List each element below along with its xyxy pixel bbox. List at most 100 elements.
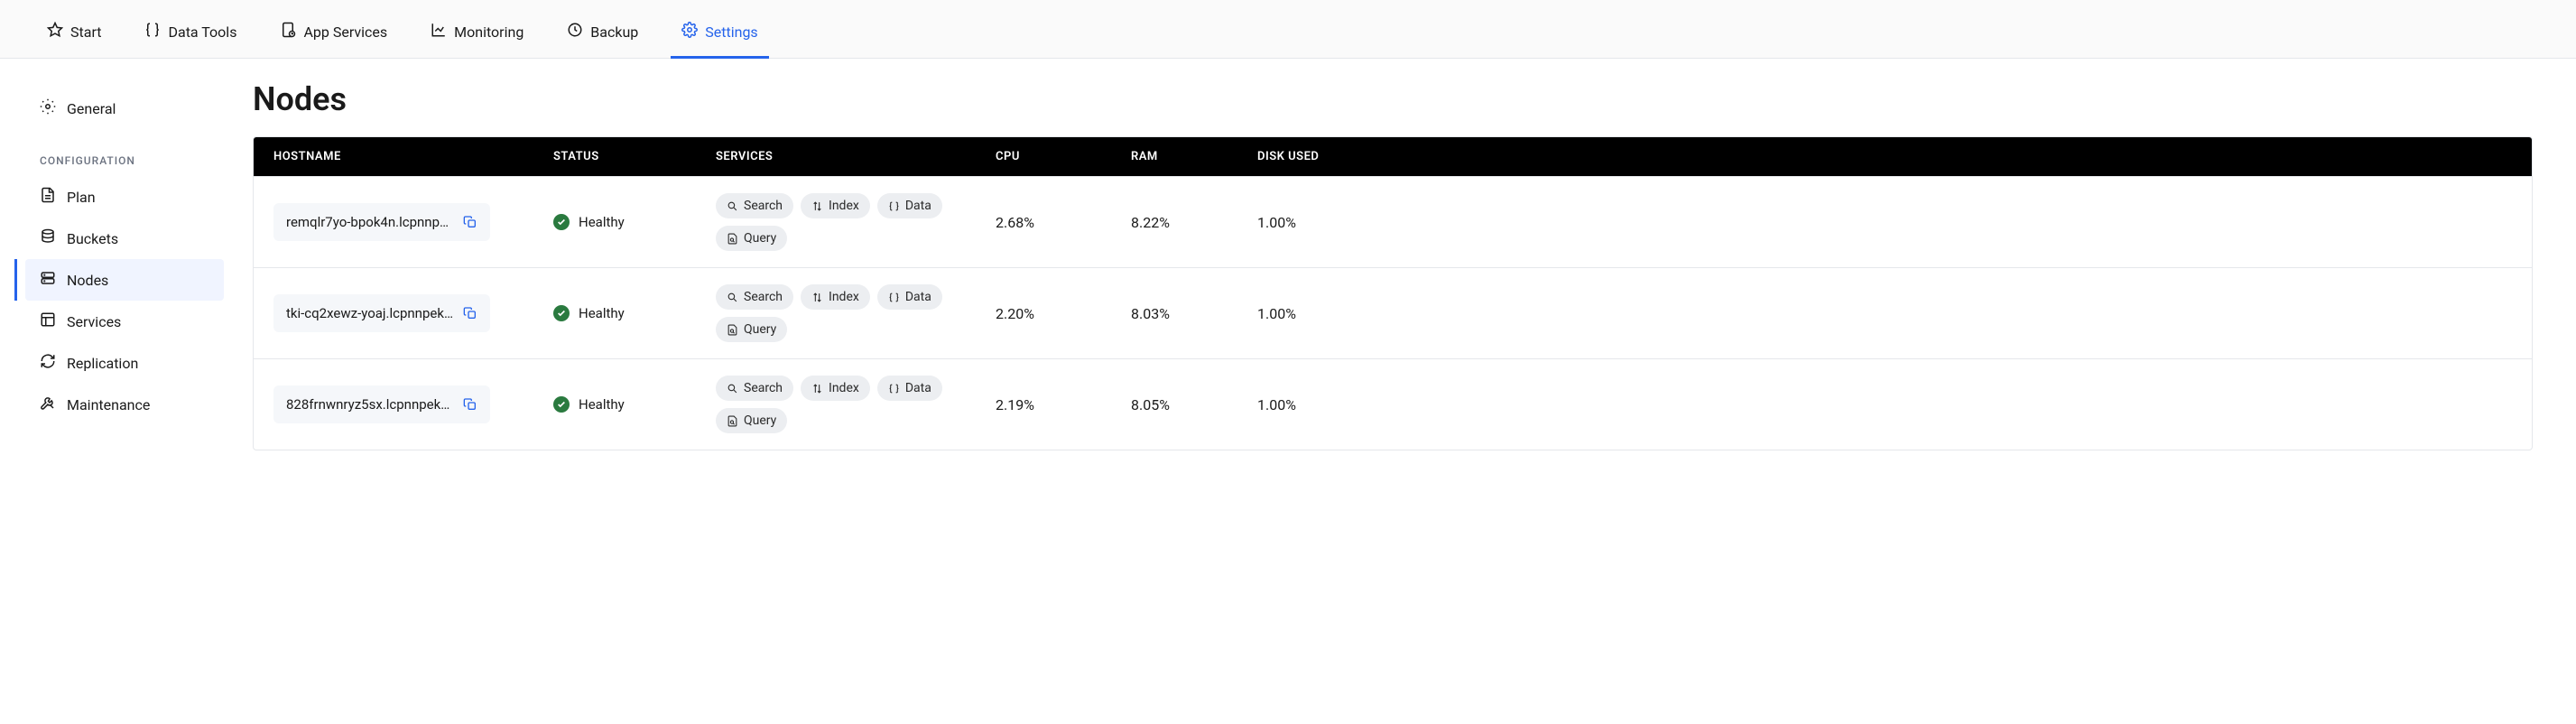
gear-icon [40,98,56,118]
sidebar-item-label: General [67,100,116,117]
sidebar-item-maintenance[interactable]: Maintenance [25,384,224,425]
top-nav: Start Data Tools App Services Monitoring… [0,0,2576,59]
table-row: 828frnwnryz5sx.lcpnnpekvesey… Healthy [254,358,2532,450]
copy-icon [463,215,477,229]
braces-icon [888,200,900,212]
col-header-ram: RAM [1131,150,1257,163]
braces-icon [888,292,900,303]
sort-icon [811,292,823,303]
service-chip-data: Data [877,376,942,401]
status-cell: Healthy [553,214,716,230]
nodes-table: HOSTNAME STATUS SERVICES CPU RAM DISK US… [253,136,2533,450]
col-header-disk: DISK USED [1257,150,2512,163]
topnav-item-settings[interactable]: Settings [678,14,761,58]
service-chip-query: Query [716,408,787,433]
gear-icon [681,22,698,42]
file-search-icon [727,415,738,427]
braces-icon [888,383,900,394]
table-row: tki-cq2xewz-yoaj.lcpnnpekvesey… Healthy [254,267,2532,358]
main: General CONFIGURATION Plan Buckets Nodes [0,59,2576,472]
sidebar-item-buckets[interactable]: Buckets [25,218,224,259]
sidebar-item-plan[interactable]: Plan [25,176,224,218]
sidebar-item-nodes[interactable]: Nodes [25,259,224,301]
disk-value: 1.00% [1257,305,2512,322]
sidebar: General CONFIGURATION Plan Buckets Nodes [0,59,235,472]
copy-button[interactable] [463,397,477,412]
topnav-item-monitoring[interactable]: Monitoring [427,14,527,58]
services-cell: Search Index Data Query [716,193,968,251]
check-circle-icon [553,214,570,230]
topnav-item-data-tools[interactable]: Data Tools [141,14,240,58]
page-title: Nodes [253,80,2533,118]
search-icon [727,292,738,303]
copy-button[interactable] [463,215,477,229]
ram-value: 8.05% [1131,396,1257,413]
topnav-label: App Services [303,23,387,41]
ram-value: 8.03% [1131,305,1257,322]
sort-icon [811,383,823,394]
content: Nodes HOSTNAME STATUS SERVICES CPU RAM D… [235,59,2576,472]
topnav-label: Monitoring [454,23,524,41]
service-chip-index: Index [801,284,870,310]
service-chip-data: Data [877,193,942,218]
sidebar-item-label: Plan [67,189,96,206]
hostname-text: tki-cq2xewz-yoaj.lcpnnpekvesey… [286,305,456,321]
sidebar-item-label: Buckets [67,230,118,247]
hostname-text: 828frnwnryz5sx.lcpnnpekvesey… [286,396,456,413]
disk-value: 1.00% [1257,396,2512,413]
status-cell: Healthy [553,396,716,413]
sidebar-item-replication[interactable]: Replication [25,342,224,384]
sidebar-item-label: Nodes [67,272,108,289]
hostname-cell: 828frnwnryz5sx.lcpnnpekvesey… [273,385,490,423]
col-header-hostname: HOSTNAME [273,150,553,163]
service-chip-query: Query [716,226,787,251]
check-circle-icon [553,396,570,413]
database-icon [40,228,56,248]
sidebar-item-label: Maintenance [67,396,150,413]
server-icon [40,270,56,290]
document-icon [40,187,56,207]
layout-icon [40,311,56,331]
service-chip-search: Search [716,284,793,310]
star-icon [47,22,63,42]
search-icon [727,200,738,212]
hostname-cell: tki-cq2xewz-yoaj.lcpnnpekvesey… [273,294,490,332]
sort-icon [811,200,823,212]
service-chip-query: Query [716,317,787,342]
col-header-status: STATUS [553,150,716,163]
sidebar-section-label: CONFIGURATION [25,129,224,176]
topnav-item-start[interactable]: Start [43,14,105,58]
copy-button[interactable] [463,306,477,320]
table-header: HOSTNAME STATUS SERVICES CPU RAM DISK US… [254,137,2532,176]
sidebar-item-label: Services [67,313,121,330]
tools-icon [40,394,56,414]
cpu-value: 2.68% [996,214,1131,231]
service-chip-index: Index [801,193,870,218]
topnav-label: Backup [590,23,638,41]
col-header-cpu: CPU [996,150,1131,163]
hostname-text: remqlr7yo-bpok4n.lcpnnpekves… [286,214,456,230]
sidebar-item-label: Replication [67,355,138,372]
disk-value: 1.00% [1257,214,2512,231]
sidebar-item-services[interactable]: Services [25,301,224,342]
file-search-icon [727,233,738,245]
topnav-item-app-services[interactable]: App Services [276,14,391,58]
ram-value: 8.22% [1131,214,1257,231]
status-text: Healthy [579,214,625,230]
topnav-item-backup[interactable]: Backup [563,14,642,58]
topnav-label: Settings [705,23,757,41]
search-icon [727,383,738,394]
topnav-label: Data Tools [168,23,236,41]
col-header-services: SERVICES [716,150,996,163]
services-cell: Search Index Data Query [716,376,968,433]
file-search-icon [727,324,738,336]
service-chip-data: Data [877,284,942,310]
copy-icon [463,397,477,412]
status-text: Healthy [579,396,625,413]
sidebar-item-general[interactable]: General [25,88,224,129]
clock-icon [567,22,583,42]
refresh-icon [40,353,56,373]
service-chip-search: Search [716,193,793,218]
hostname-cell: remqlr7yo-bpok4n.lcpnnpekves… [273,203,490,241]
service-chip-search: Search [716,376,793,401]
